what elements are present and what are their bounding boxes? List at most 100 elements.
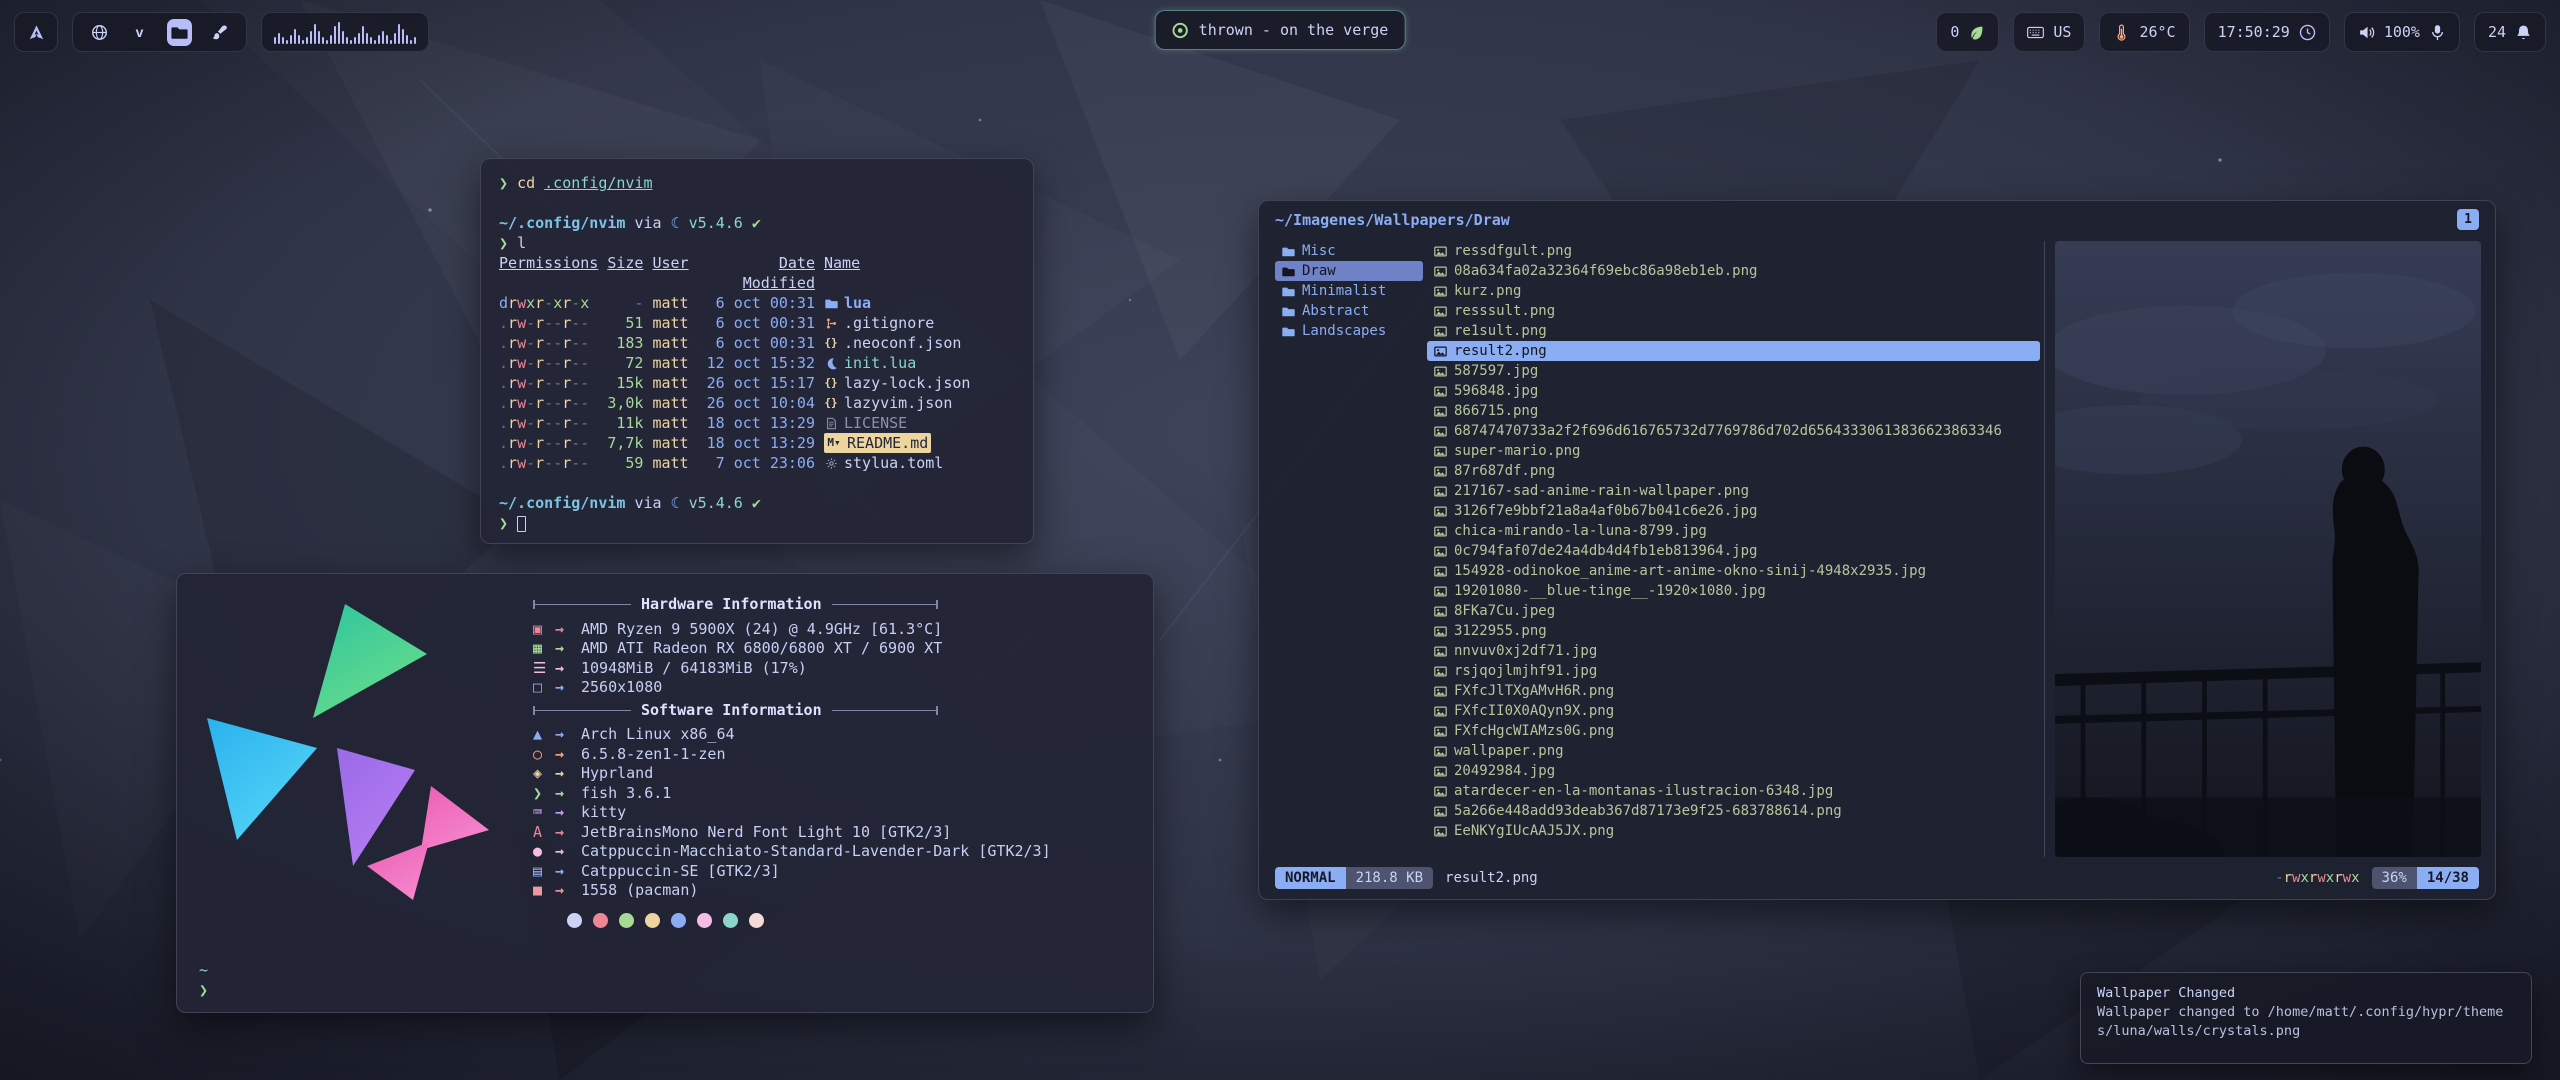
gear-icon (824, 457, 838, 470)
file-size: 59 (603, 453, 644, 473)
thermometer-icon (2113, 24, 2130, 41)
statusline: NORMAL 218.8 KB result2.png -rwxrwxrwx 3… (1275, 866, 2479, 890)
file-item[interactable]: 87r687df.png (1427, 461, 2040, 481)
folder-icon (1281, 305, 1295, 318)
file-item[interactable]: FXfcJlTXgAMvH6R.png (1427, 681, 2040, 701)
notification-popup[interactable]: Wallpaper Changed Wallpaper changed to /… (2080, 972, 2532, 1064)
file-item[interactable]: resssult.png (1427, 301, 2040, 321)
file-item[interactable]: re1sult.png (1427, 321, 2040, 341)
keyboard-layout-module[interactable]: US (2013, 12, 2085, 52)
file-item[interactable]: rsjqojlmjhf91.jpg (1427, 661, 2040, 681)
volume-module[interactable]: 100% (2344, 12, 2460, 52)
browser-icon (91, 24, 108, 41)
file-owner: matt (652, 413, 693, 433)
system-info-window: Hardware Information▣→AMD Ryzen 9 5900X … (176, 573, 1154, 1013)
workspace-editor[interactable]: v (127, 19, 152, 46)
workspace-design[interactable] (207, 19, 232, 46)
file-item[interactable]: nnvuv0xj2df71.jpg (1427, 641, 2040, 661)
file-item[interactable]: EeNKYgIUcAAJ5JX.png (1427, 821, 2040, 841)
updates-count: 0 (1950, 23, 1959, 41)
file-item[interactable]: 866715.png (1427, 401, 2040, 421)
file-item[interactable]: 08a634fa02a32364f69ebc86a98eb1eb.png (1427, 261, 2040, 281)
audio-visualizer-module[interactable] (261, 12, 429, 52)
system-info: Hardware Information▣→AMD Ryzen 9 5900X … (495, 592, 1135, 994)
workspace-browser[interactable] (87, 19, 112, 46)
fetch-line: ▤→Catppuccin-SE [GTK2/3] (533, 862, 1135, 882)
file-item[interactable]: 596848.jpg (1427, 381, 2040, 401)
tab-indicator[interactable]: 1 (2457, 209, 2479, 230)
file-item[interactable]: result2.png (1427, 341, 2040, 361)
prompt-symbol: ❯ (499, 514, 508, 532)
shell-input-line[interactable]: ❯ (499, 513, 1015, 533)
prompt-symbol: ❯ (499, 174, 508, 192)
workspace-files[interactable] (167, 19, 192, 46)
file-date: 26 oct 15:17 (702, 373, 815, 393)
file-item[interactable]: FXfcHgcWIAMzs0G.png (1427, 721, 2040, 741)
notification-title: Wallpaper Changed (2097, 984, 2515, 1003)
file-item[interactable]: ressdfgult.png (1427, 241, 2040, 261)
terminal-cursor (517, 516, 526, 532)
image-file-icon (1433, 365, 1447, 378)
temperature-value: 26°C (2139, 23, 2175, 41)
updates-module[interactable]: 0 (1936, 12, 1999, 52)
file-permissions: .rw-r--r-- (499, 373, 594, 393)
fetch-line: A→JetBrainsMono Nerd Font Light 10 [GTK2… (533, 823, 1135, 843)
image-file-icon (1433, 785, 1447, 798)
file-owner: matt (652, 313, 693, 333)
media-module[interactable]: thrown - on the verge (1155, 10, 1406, 50)
file-item[interactable]: 154928-odinokoe_anime-art-anime-okno-sin… (1427, 561, 2040, 581)
file-item[interactable]: 587597.jpg (1427, 361, 2040, 381)
file-item[interactable]: atardecer-en-la-montanas-ilustracion-634… (1427, 781, 2040, 801)
file-item[interactable]: FXfcII0X0AQyn9X.png (1427, 701, 2040, 721)
file-item[interactable]: 5a266e448add93deab367d87173e9f25-6837886… (1427, 801, 2040, 821)
folder-icon (1281, 245, 1295, 258)
breadcrumb[interactable]: ~/Imagenes/Wallpapers/Draw (1275, 211, 1510, 229)
file-item[interactable]: chica-mirando-la-luna-8799.jpg (1427, 521, 2040, 541)
parent-dir-item[interactable]: Minimalist (1275, 281, 1423, 301)
section-header: Hardware Information (533, 595, 1135, 615)
notification-body: Wallpaper changed to /home/matt/.config/… (2097, 1003, 2515, 1041)
file-item[interactable]: 3122955.png (1427, 621, 2040, 641)
file-size: 51 (603, 313, 644, 333)
topbar-left: v (14, 12, 429, 52)
file-item[interactable]: 3126f7e9bbf21a8a4af0b67b041c6e26.jpg (1427, 501, 2040, 521)
file-item[interactable]: 68747470733a2f2f696d616765732d7769786d70… (1427, 421, 2040, 441)
file-size: 7,7k (603, 433, 644, 453)
parent-dir-item[interactable]: Draw (1275, 261, 1423, 281)
fetch-prompt[interactable]: ~ ❯ (199, 960, 208, 1000)
file-item[interactable]: 8FKa7Cu.jpeg (1427, 601, 2040, 621)
gpu-icon: ▦ (533, 639, 555, 659)
file-item[interactable]: 19201080-__blue-tinge__-1920×1080.jpg (1427, 581, 2040, 601)
clock-module[interactable]: 17:50:29 (2204, 12, 2330, 52)
launcher-button[interactable] (14, 12, 58, 52)
file-size-badge: 218.8 KB (1346, 867, 1433, 889)
mode-size-group: NORMAL 218.8 KB (1275, 867, 1433, 889)
file-item[interactable]: 217167-sad-anime-rain-wallpaper.png (1427, 481, 2040, 501)
parent-dir-item[interactable]: Landscapes (1275, 321, 1423, 341)
clock-icon (2299, 24, 2316, 41)
notifications-module[interactable]: 24 (2474, 12, 2546, 52)
file-item[interactable]: super-mario.png (1427, 441, 2040, 461)
file-size: 72 (603, 353, 644, 373)
image-file-icon (1433, 245, 1447, 258)
parent-dir-item[interactable]: Abstract (1275, 301, 1423, 321)
lua-icon: ☾ (671, 494, 680, 512)
lua-version: v5.4.6 (689, 214, 743, 232)
file-item[interactable]: 20492984.jpg (1427, 761, 2040, 781)
file-owner: matt (652, 353, 693, 373)
image-file-icon (1433, 805, 1447, 818)
file-item[interactable]: 0c794faf07de24a4db4d4fb1eb813964.jpg (1427, 541, 2040, 561)
file-item[interactable]: kurz.png (1427, 281, 2040, 301)
file-date: 18 oct 13:29 (702, 413, 815, 433)
cwd: ~/.config/nvim (499, 214, 625, 232)
file-date: 6 oct 00:31 (702, 333, 815, 353)
image-file-icon (1433, 745, 1447, 758)
file-item[interactable]: wallpaper.png (1427, 741, 2040, 761)
microphone-icon (2429, 24, 2446, 41)
terminal-window: ❯ cd .config/nvim ~/.config/nvim via ☾ v… (480, 158, 1034, 544)
command-argument: .config/nvim (544, 174, 652, 192)
file-date: 6 oct 00:31 (702, 313, 815, 333)
temperature-module[interactable]: 26°C (2099, 12, 2189, 52)
parent-dir-item[interactable]: Misc (1275, 241, 1423, 261)
image-file-icon (1433, 685, 1447, 698)
